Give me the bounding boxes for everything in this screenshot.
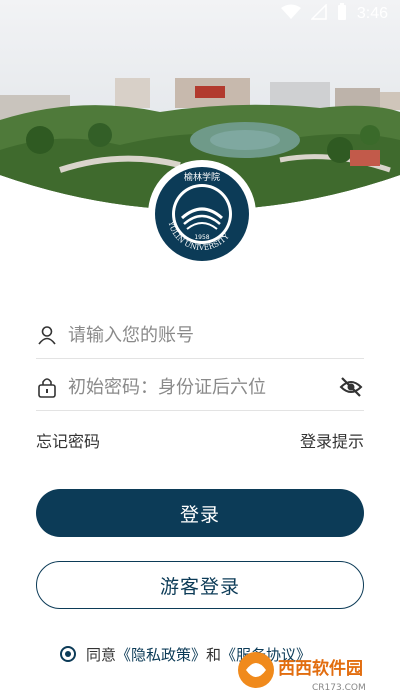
login-links: 忘记密码 登录提示 <box>36 428 364 452</box>
agreement-and: 和 <box>206 645 222 664</box>
login-hint-link[interactable]: 登录提示 <box>300 428 364 452</box>
university-logo: 1958 榆林学院 YULIN UNIVERSITY <box>150 162 254 266</box>
site-watermark: 西西软件园 CR173.COM <box>234 644 394 696</box>
privacy-policy-link[interactable]: 《隐私政策》 <box>116 644 206 665</box>
lock-icon <box>36 376 58 398</box>
cellular-signal-icon <box>310 3 327 24</box>
logo-chinese-name: 榆林学院 <box>184 171 220 183</box>
forgot-password-link[interactable]: 忘记密码 <box>36 428 100 452</box>
password-input[interactable] <box>66 375 338 399</box>
account-row <box>36 312 364 359</box>
hide-password-icon[interactable] <box>338 376 364 398</box>
agree-radio[interactable] <box>60 646 76 662</box>
watermark-brand: 西西软件园 <box>278 658 363 679</box>
login-button[interactable]: 登录 <box>36 489 364 537</box>
status-bar: 3:46 <box>0 0 400 28</box>
agreement-prefix: 同意 <box>86 645 117 664</box>
logo-year: 1958 <box>194 234 209 241</box>
password-row <box>36 364 364 411</box>
guest-login-button[interactable]: 游客登录 <box>36 561 364 609</box>
watermark-url: CR173.COM <box>312 683 366 693</box>
user-icon <box>36 324 58 346</box>
wifi-icon <box>280 4 301 24</box>
battery-icon <box>337 3 347 25</box>
account-input[interactable] <box>66 323 364 347</box>
status-time: 3:46 <box>356 5 388 22</box>
